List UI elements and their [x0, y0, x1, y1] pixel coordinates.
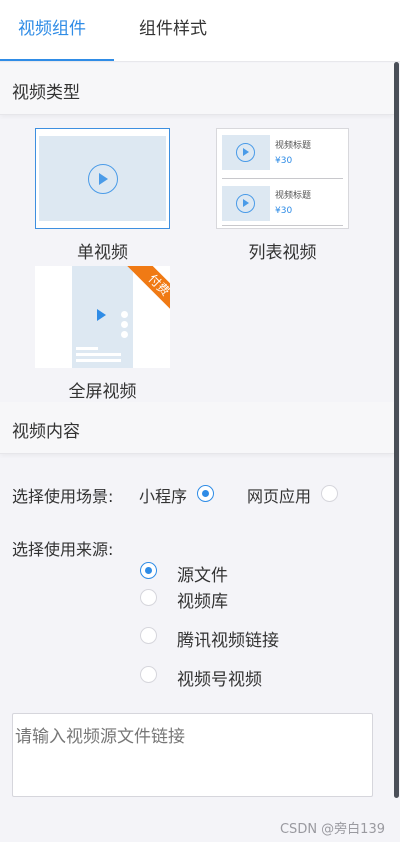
source-radio-channels[interactable] — [140, 666, 157, 683]
tab-video-component[interactable]: 视频组件 — [18, 0, 86, 62]
section-title: 视频类型 — [12, 83, 80, 103]
video-source-input[interactable] — [12, 713, 373, 797]
play-icon — [88, 164, 118, 194]
source-option-channels-label[interactable]: 视频号视频 — [177, 665, 262, 690]
tab-bar: 视频组件 组件样式 — [0, 0, 400, 62]
play-icon — [97, 309, 106, 321]
watermark: CSDN @旁白139 — [279, 822, 385, 837]
play-icon — [236, 194, 255, 213]
video-type-single-label: 单视频 — [77, 243, 128, 263]
list-item-title: 视频标题 — [275, 191, 312, 201]
active-tab-indicator — [0, 59, 114, 61]
dot-icon — [121, 331, 128, 338]
video-type-list-label: 列表视频 — [248, 243, 317, 263]
scene-label: 选择使用场景: — [12, 487, 114, 506]
source-option-file-label[interactable]: 源文件 — [177, 561, 228, 586]
video-type-fullscreen[interactable]: 付费 — [35, 266, 170, 368]
tab-component-style[interactable]: 组件样式 — [139, 0, 207, 62]
section-video-type: 视频类型 — [0, 63, 394, 115]
divider — [222, 178, 343, 179]
source-option-library-label[interactable]: 视频库 — [177, 587, 228, 612]
caption-line — [76, 359, 121, 362]
source-radio-library[interactable] — [140, 589, 157, 606]
scrollbar-thumb[interactable] — [394, 62, 399, 798]
scene-option-miniprogram-label[interactable]: 小程序 — [139, 483, 187, 507]
divider — [222, 225, 343, 226]
caption-line — [76, 353, 121, 356]
source-radio-tencent[interactable] — [140, 627, 157, 644]
dot-icon — [121, 321, 128, 328]
scene-option-webapp-label[interactable]: 网页应用 — [247, 483, 311, 507]
play-icon — [236, 143, 255, 162]
section-video-content: 视频内容 — [0, 402, 394, 454]
paid-badge: 付费 — [127, 266, 170, 317]
video-type-single[interactable] — [35, 128, 170, 229]
section-title: 视频内容 — [12, 422, 80, 442]
video-type-list[interactable]: 视频标题 ¥30 视频标题 ¥30 — [216, 128, 349, 229]
source-option-tencent-label[interactable]: 腾讯视频链接 — [177, 626, 279, 651]
scene-radio-miniprogram[interactable] — [197, 485, 214, 502]
list-item-price: ¥30 — [275, 206, 293, 216]
source-label: 选择使用来源: — [12, 540, 114, 559]
source-radio-file[interactable] — [140, 562, 157, 579]
dot-icon — [121, 311, 128, 318]
list-item-title: 视频标题 — [275, 141, 312, 151]
scene-radio-webapp[interactable] — [321, 485, 338, 502]
video-type-fullscreen-label: 全屏视频 — [68, 382, 137, 402]
caption-line — [76, 347, 98, 350]
list-item-price: ¥30 — [275, 156, 293, 166]
